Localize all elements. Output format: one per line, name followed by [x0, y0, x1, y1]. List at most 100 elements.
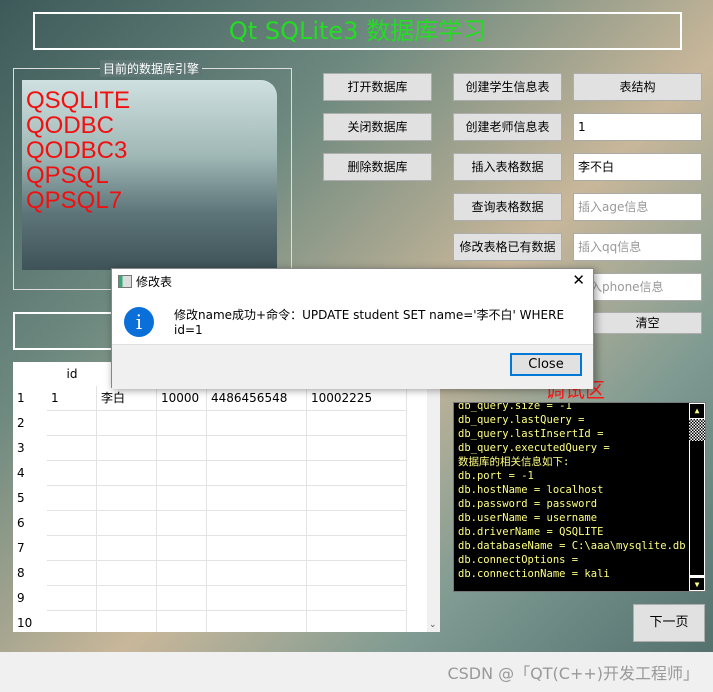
row-header[interactable]: 3 — [13, 436, 47, 461]
message-dialog: 修改表 ✕ i 修改name成功+命令：UPDATE student SET n… — [111, 268, 594, 389]
table-cell[interactable] — [157, 486, 207, 511]
console-line: db.password = password — [458, 498, 598, 510]
table-cell[interactable] — [307, 436, 407, 461]
table-cell[interactable] — [207, 486, 307, 511]
console-scrollbar[interactable]: ▲ ▼ — [689, 403, 705, 591]
debug-console[interactable]: db_query.size = -1 db_query.lastQuery = db… — [453, 402, 706, 592]
next-page-button[interactable]: 下一页 — [633, 604, 705, 642]
table-cell[interactable] — [97, 611, 157, 632]
table-cell[interactable] — [47, 461, 97, 486]
console-line: db.driverName = QSQLITE — [458, 526, 604, 538]
name-input[interactable]: 李不白 — [573, 153, 702, 181]
table-cell[interactable] — [207, 611, 307, 632]
id-input[interactable]: 1 — [573, 113, 702, 141]
insert-data-button[interactable]: 插入表格数据 — [453, 153, 562, 181]
table-cell[interactable] — [207, 411, 307, 436]
dialog-close-button[interactable]: Close — [510, 353, 582, 376]
create-student-table-button[interactable]: 创建学生信息表 — [453, 73, 562, 101]
table-cell[interactable] — [307, 461, 407, 486]
table-cell[interactable] — [207, 561, 307, 586]
table-cell[interactable] — [97, 461, 157, 486]
engine-list: QSQLITE QODBC QODBC3 QPSQL QPSQL7 — [22, 80, 277, 270]
console-line: db.databaseName = C:\aaa\mysqlite.db — [458, 540, 686, 552]
table-cell[interactable]: 1 — [47, 386, 97, 411]
vertical-scrollbar[interactable]: ⌄ — [427, 362, 440, 632]
table-cell[interactable] — [307, 611, 407, 632]
driver-item: QSQLITE — [26, 87, 131, 114]
open-db-button[interactable]: 打开数据库 — [323, 73, 432, 101]
console-line: db.hostName = localhost — [458, 484, 604, 496]
window-icon — [118, 275, 132, 288]
table-cell[interactable] — [307, 561, 407, 586]
table-cell[interactable] — [207, 436, 307, 461]
row-header[interactable]: 1 — [13, 386, 47, 411]
table-cell[interactable] — [47, 561, 97, 586]
table-cell[interactable] — [97, 411, 157, 436]
table-cell[interactable] — [47, 611, 97, 632]
row-header[interactable]: 5 — [13, 486, 47, 511]
row-header[interactable]: 7 — [13, 536, 47, 561]
table-cell[interactable] — [47, 586, 97, 611]
table-cell[interactable] — [97, 436, 157, 461]
table-cell[interactable] — [97, 486, 157, 511]
table-cell[interactable] — [307, 586, 407, 611]
age-input[interactable]: 插入age信息 — [573, 193, 702, 221]
table-cell[interactable] — [47, 536, 97, 561]
table-structure-button[interactable]: 表结构 — [573, 73, 702, 101]
table-cell[interactable] — [307, 411, 407, 436]
table-cell[interactable] — [207, 461, 307, 486]
dialog-titlebar: 修改表 ✕ — [112, 269, 593, 293]
table-cell[interactable] — [47, 486, 97, 511]
table-cell[interactable]: 4486456548 — [207, 386, 307, 411]
table-cell[interactable] — [307, 486, 407, 511]
create-teacher-table-button[interactable]: 创建老师信息表 — [453, 113, 562, 141]
table-cell[interactable] — [157, 461, 207, 486]
qq-input[interactable]: 插入qq信息 — [573, 233, 702, 261]
bottom-bar: CSDN @「QT(C++)开发工程师」 — [0, 652, 713, 692]
update-data-button[interactable]: 修改表格已有数据 — [453, 233, 562, 261]
table-cell[interactable] — [207, 586, 307, 611]
column-header[interactable]: id — [47, 362, 97, 386]
row-header[interactable]: 10 — [13, 611, 47, 632]
table-cell[interactable] — [157, 536, 207, 561]
driver-item: QPSQL7 — [26, 187, 123, 214]
table-cell[interactable] — [157, 411, 207, 436]
table-cell[interactable] — [207, 511, 307, 536]
table-cell[interactable]: 李白 — [97, 386, 157, 411]
table-cell[interactable] — [47, 511, 97, 536]
table-cell[interactable] — [157, 436, 207, 461]
table-cell[interactable] — [207, 536, 307, 561]
table-cell[interactable] — [157, 511, 207, 536]
row-header[interactable]: 2 — [13, 411, 47, 436]
table-cell[interactable] — [97, 511, 157, 536]
data-table[interactable]: id ⌄ 1 1 李白 10000 4486456548 10002225 2 3 4 5 6 7 8 9… — [13, 362, 440, 632]
row-header[interactable]: 6 — [13, 511, 47, 536]
clear-button[interactable]: 清空 — [593, 312, 702, 334]
row-header[interactable]: 4 — [13, 461, 47, 486]
table-cell[interactable] — [307, 511, 407, 536]
scroll-up-icon[interactable]: ▲ — [689, 403, 705, 419]
table-cell[interactable] — [97, 561, 157, 586]
table-cell[interactable] — [97, 536, 157, 561]
table-cell[interactable]: 10000 — [157, 386, 207, 411]
row-header[interactable]: 8 — [13, 561, 47, 586]
table-cell[interactable]: 10002225 — [307, 386, 407, 411]
table-cell[interactable] — [47, 411, 97, 436]
console-line: db.userName = username — [458, 512, 598, 524]
table-cell[interactable] — [307, 536, 407, 561]
table-cell[interactable] — [157, 611, 207, 632]
app-title: Qt SQLite3 数据库学习 — [33, 12, 682, 50]
scroll-down-icon[interactable]: ▼ — [689, 577, 705, 591]
table-cell[interactable] — [157, 561, 207, 586]
console-line: db_query.lastInsertId = — [458, 428, 604, 440]
query-data-button[interactable]: 查询表格数据 — [453, 193, 562, 221]
scroll-thumb[interactable] — [689, 419, 705, 441]
close-x-icon[interactable]: ✕ — [572, 271, 585, 289]
table-cell[interactable] — [47, 436, 97, 461]
table-cell[interactable] — [97, 586, 157, 611]
engine-group-label: 目前的数据库引擎 — [100, 60, 203, 77]
table-cell[interactable] — [157, 586, 207, 611]
row-header[interactable]: 9 — [13, 586, 47, 611]
delete-db-button[interactable]: 删除数据库 — [323, 153, 432, 181]
close-db-button[interactable]: 关闭数据库 — [323, 113, 432, 141]
